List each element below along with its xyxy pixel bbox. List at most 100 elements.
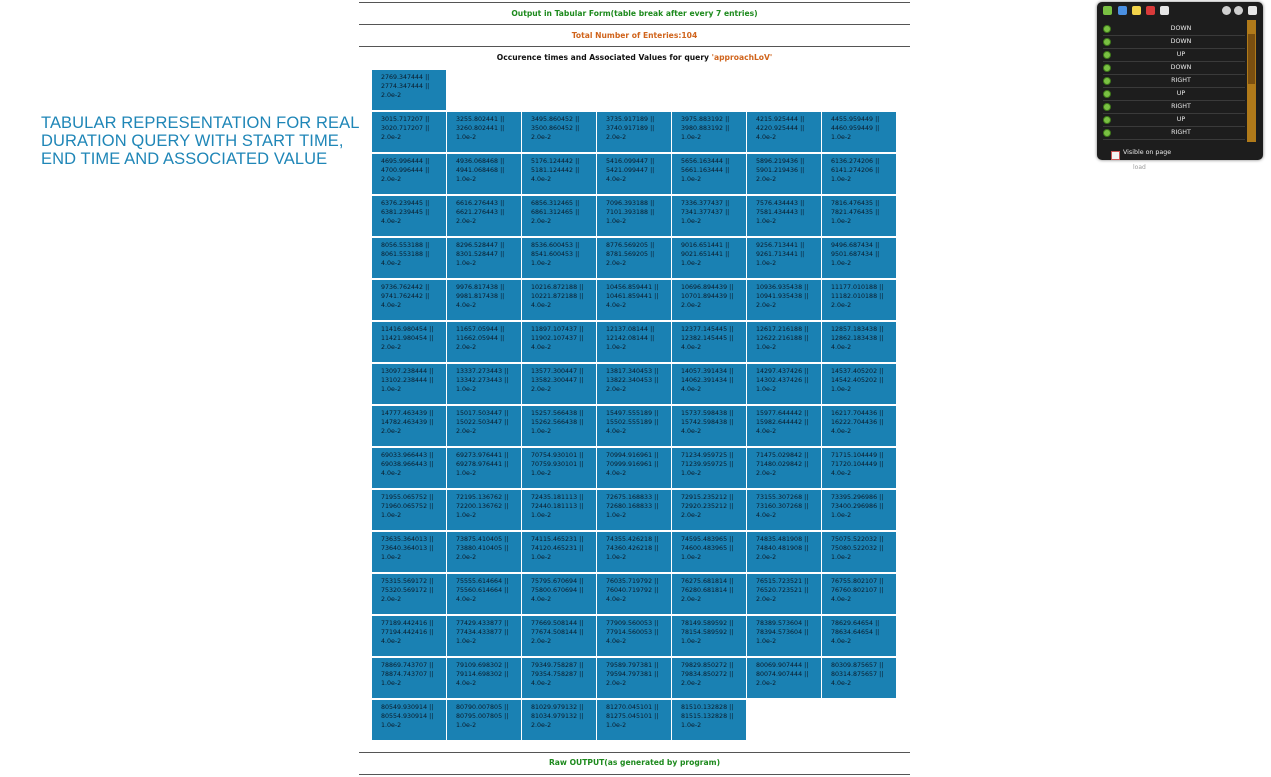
end-time: 5901.219436 || [756,167,805,175]
widget-item[interactable]: DOWN [1103,62,1245,75]
value: 4.0e-2 [381,260,402,268]
gesture-widget[interactable]: DOWN DOWN UP DOWN RIGHT UP RIGHT UP RIGHT Visibl… [1097,2,1263,160]
folder-icon[interactable] [1132,6,1141,15]
start-time: 6136.274206 || [831,158,880,165]
value: 4.0e-2 [531,596,552,604]
end-time: 14542.405202 || [831,377,884,385]
entry-cell: 72675.168833 || 72680.168833 || 1.0e-2 [597,490,671,530]
widget-item[interactable]: RIGHT [1103,127,1245,140]
widget-item-label: UP [1176,90,1186,97]
start-time: 5656.163444 || [681,158,730,165]
end-time: 14782.463439 || [381,419,434,427]
entry-cell: 77429.433877 || 77434.433877 || 1.0e-2 [447,616,521,656]
value: 1.0e-2 [531,512,552,520]
close-icon[interactable] [1248,6,1257,15]
value: 2.0e-2 [531,386,552,394]
widget-item[interactable]: UP [1103,49,1245,62]
entry-cell: 77909.560053 || 77914.560053 || 4.0e-2 [597,616,671,656]
start-time: 14777.463439 || [381,410,434,417]
edit-icon[interactable] [1160,6,1169,15]
gear-icon[interactable] [1222,6,1231,15]
end-time: 76040.719792 || [606,587,659,595]
scrollbar[interactable] [1247,20,1256,142]
start-time: 16217.704436 || [831,410,884,417]
widget-item[interactable]: RIGHT [1103,101,1245,114]
end-time: 74120.465231 || [531,545,584,553]
end-time: 74600.483965 || [681,545,734,553]
widget-item[interactable]: UP [1103,114,1245,127]
value: 1.0e-2 [606,722,627,730]
end-time: 10941.935438 || [756,293,809,301]
info-icon[interactable] [1118,6,1127,15]
end-time: 81034.979132 || [531,713,584,721]
start-time: 14297.437426 || [756,368,809,375]
start-time: 77669.508144 || [531,620,584,627]
start-time: 5896.219436 || [756,158,805,165]
start-time: 76035.719792 || [606,578,659,585]
end-time: 4220.925444 || [756,125,805,133]
value: 4.0e-2 [456,302,477,310]
end-time: 7101.393188 || [606,209,655,217]
end-time: 9501.687434 || [831,251,880,259]
check-icon [1103,77,1111,85]
text-icon[interactable] [1146,6,1155,15]
entry-cell: 10696.894439 || 10701.894439 || 2.0e-2 [672,280,746,320]
settings-icon[interactable] [1234,6,1243,15]
visible-checkbox[interactable] [1111,151,1120,160]
value: 2.0e-2 [756,554,777,562]
entry-cell: 5176.124442 || 5181.124442 || 4.0e-2 [522,154,596,194]
value: 1.0e-2 [681,260,702,268]
end-time: 75080.522032 || [831,545,884,553]
value: 1.0e-2 [606,218,627,226]
value: 2.0e-2 [456,218,477,226]
end-time: 76760.802107 || [831,587,884,595]
end-time: 4941.068468 || [456,167,505,175]
widget-item[interactable]: DOWN [1103,23,1245,36]
entry-cell: 79349.758287 || 79354.758287 || 4.0e-2 [522,658,596,698]
entry-cell: 3495.860452 || 3500.860452 || 2.0e-2 [522,112,596,152]
entry-cell: 14537.405202 || 14542.405202 || 1.0e-2 [822,364,896,404]
value: 4.0e-2 [606,638,627,646]
value: 2.0e-2 [606,680,627,688]
value: 2.0e-2 [756,596,777,604]
start-time: 15737.598438 || [681,410,734,417]
widget-item[interactable]: DOWN [1103,36,1245,49]
end-time: 74360.426218 || [606,545,659,553]
widget-item[interactable]: RIGHT [1103,75,1245,88]
entry-cell: 8296.528447 || 8301.528447 || 1.0e-2 [447,238,521,278]
start-time: 13577.300447 || [531,368,584,375]
check-icon [1103,103,1111,111]
start-time: 75075.522032 || [831,536,884,543]
start-time: 80549.930914 || [381,704,434,711]
end-time: 77914.560053 || [606,629,659,637]
entry-cell: 6136.274206 || 6141.274206 || 1.0e-2 [822,154,896,194]
end-time: 72920.235212 || [681,503,734,511]
value: 1.0e-2 [381,512,402,520]
entry-cell: 5896.219436 || 5901.219436 || 2.0e-2 [747,154,821,194]
value: 4.0e-2 [456,680,477,688]
start-time: 15017.503447 || [456,410,509,417]
start-time: 13097.238444 || [381,368,434,375]
start-time: 79109.698302 || [456,662,509,669]
scrollbar-thumb[interactable] [1248,34,1255,84]
entry-cell: 13097.238444 || 13102.238444 || 1.0e-2 [372,364,446,404]
widget-item-label: DOWN [1170,25,1192,32]
end-time: 69278.976441 || [456,461,509,469]
value: 4.0e-2 [606,176,627,184]
widget-item[interactable]: UP [1103,88,1245,101]
entry-cell: 71234.959725 || 71239.959725 || 1.0e-2 [672,448,746,488]
entry-cell: 9976.817438 || 9981.817438 || 4.0e-2 [447,280,521,320]
check-icon[interactable] [1103,6,1112,15]
value: 4.0e-2 [681,344,702,352]
entry-cell: 12137.08144 || 12142.08144 || 1.0e-2 [597,322,671,362]
value: 1.0e-2 [681,134,702,142]
entry-cell: 7816.476435 || 7821.476435 || 1.0e-2 [822,196,896,236]
end-time: 77434.433877 || [456,629,509,637]
end-time: 79834.850272 || [681,671,734,679]
entry-cell: 8776.569205 || 8781.569205 || 2.0e-2 [597,238,671,278]
start-time: 8776.569205 || [606,242,655,249]
load-label: load [1133,164,1146,171]
end-time: 11182.010188 || [831,293,884,301]
entry-cell: 75795.670694 || 75800.670694 || 4.0e-2 [522,574,596,614]
value: 2.0e-2 [531,218,552,226]
